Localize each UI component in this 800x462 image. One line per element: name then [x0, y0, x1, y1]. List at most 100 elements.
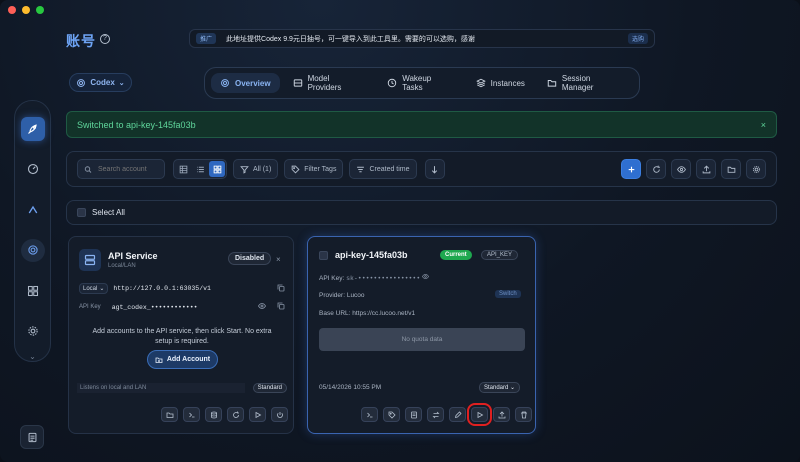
sidebar-item-dashboard[interactable]	[21, 158, 45, 182]
delete-button[interactable]	[515, 407, 532, 422]
eye-icon	[676, 165, 686, 173]
export-button[interactable]	[696, 159, 716, 179]
provider-label: Provider:	[319, 292, 346, 299]
api-key-label: API Key:	[319, 275, 345, 282]
tag-icon	[388, 411, 396, 419]
terminal-button[interactable]	[361, 407, 378, 422]
tab-wakeup-tasks[interactable]: Wakeup Tasks	[378, 69, 462, 97]
start-button[interactable]	[249, 407, 266, 422]
grid-icon	[213, 165, 221, 173]
eye-icon[interactable]	[258, 302, 266, 312]
terminal-button[interactable]	[183, 407, 200, 422]
openai-icon	[221, 79, 229, 87]
filter-tags-label: Filter Tags	[304, 165, 337, 173]
promo-tag: 推广	[196, 33, 217, 44]
toast-close-button[interactable]: ×	[761, 120, 766, 130]
page-title: 账号	[66, 33, 96, 49]
sidebar-item-home[interactable]	[20, 117, 45, 141]
eye-icon[interactable]	[422, 273, 430, 282]
close-icon[interactable]: ×	[276, 255, 281, 264]
openai-icon	[27, 245, 38, 255]
maximize-window-button[interactable]	[36, 6, 44, 14]
sort-icon	[357, 166, 365, 172]
grid-view-button[interactable]	[209, 161, 225, 177]
sidebar-item-antigravity[interactable]	[21, 198, 45, 222]
search-input[interactable]	[98, 165, 158, 173]
service-status-button[interactable]: Disabled	[228, 252, 272, 265]
chevron-down-icon: ⌄	[510, 385, 516, 391]
copy-icon[interactable]	[277, 302, 285, 312]
filter-tags-button[interactable]: Filter Tags	[284, 159, 344, 179]
power-button[interactable]	[271, 407, 288, 422]
help-icon[interactable]: ?	[100, 34, 110, 44]
play-icon	[477, 411, 483, 418]
document-icon	[410, 411, 417, 418]
add-account-to-service-button[interactable]: Add Account	[147, 350, 218, 369]
promo-text: 此地址提供Codex 9.9元日抽号，可一键导入到此工具里。需要的可以选购，感谢	[226, 35, 475, 43]
add-account-button[interactable]	[621, 159, 641, 179]
logs-button[interactable]	[20, 425, 44, 449]
layers-icon	[475, 78, 486, 88]
close-window-button[interactable]	[8, 6, 16, 14]
restart-button[interactable]	[227, 407, 244, 422]
account-card[interactable]: api-key-145fa03b Current API_KEY API Key…	[307, 236, 536, 434]
quota-panel: No quota data	[319, 328, 525, 351]
account-mode-select[interactable]: Standard ⌄	[479, 382, 521, 393]
tag-button[interactable]	[383, 407, 400, 422]
filter-all-button[interactable]: All (1)	[233, 159, 279, 179]
service-actions	[161, 407, 288, 422]
copy-icon[interactable]	[277, 284, 285, 294]
table-view-button[interactable]	[175, 161, 191, 177]
sidebar-item-apps[interactable]	[21, 279, 45, 303]
scope-select[interactable]: Local ⌄	[79, 283, 109, 294]
rocket-icon	[27, 124, 37, 134]
select-all-bar: Select All	[66, 200, 777, 225]
search-box[interactable]	[77, 159, 165, 179]
select-all-checkbox[interactable]	[77, 208, 86, 217]
service-mode-select[interactable]: Standard	[252, 383, 287, 393]
account-checkbox[interactable]	[319, 251, 328, 260]
switch-button[interactable]: Switch	[495, 290, 521, 298]
chevron-down-icon[interactable]: ⌄	[29, 352, 36, 361]
api-key-label: API Key	[79, 304, 101, 310]
server-icon	[79, 249, 101, 271]
sidebar-item-codex[interactable]	[20, 238, 45, 262]
promo-link[interactable]: 选购	[627, 33, 648, 44]
window-controls	[8, 6, 44, 14]
open-folder-button[interactable]	[161, 407, 178, 422]
listen-row: Listens on local and LAN Standard	[77, 383, 287, 393]
filter-icon	[240, 165, 249, 174]
provider-value: Lucoo	[346, 292, 365, 299]
toggle-visibility-button[interactable]	[671, 159, 691, 179]
refresh-button[interactable]	[646, 159, 666, 179]
app-window: ⌄ 账号 ? 推广 此地址提供Codex 9.9元日抽号，可一键导入到此工具里。…	[0, 0, 800, 462]
listen-label: Listens on local and LAN	[77, 383, 245, 393]
switch-account-button[interactable]	[427, 407, 444, 422]
account-type-badge: API_KEY	[481, 250, 519, 260]
list-view-button[interactable]	[192, 161, 208, 177]
trash-icon	[520, 411, 527, 418]
tab-model-providers[interactable]: Model Providers	[284, 69, 375, 97]
tab-overview[interactable]: Overview	[211, 73, 280, 93]
tab-label: Wakeup Tasks	[402, 74, 432, 92]
launch-button[interactable]	[467, 403, 492, 426]
details-button[interactable]	[405, 407, 422, 422]
api-service-card: API Service Local/LAN Disabled × Local ⌄…	[68, 236, 294, 434]
gauge-icon	[27, 164, 38, 175]
arrow-down-icon	[431, 165, 438, 174]
tab-session-manager[interactable]: Session Manager	[538, 69, 633, 97]
platform-select[interactable]: Codex ⌄	[69, 73, 132, 92]
open-folder-button[interactable]	[721, 159, 741, 179]
folder-plus-icon	[155, 357, 163, 363]
settings-button[interactable]	[746, 159, 766, 179]
tab-instances[interactable]: Instances	[467, 73, 534, 93]
edit-button[interactable]	[449, 407, 466, 422]
scope-select-value: Local	[83, 285, 98, 292]
minimize-window-button[interactable]	[22, 6, 30, 14]
database-button[interactable]	[205, 407, 222, 422]
export-button[interactable]	[493, 407, 510, 422]
sort-label: Created time	[369, 165, 410, 173]
sidebar-item-settings[interactable]	[21, 320, 45, 344]
sort-direction-button[interactable]	[424, 159, 445, 179]
sort-select[interactable]: Created time	[349, 159, 417, 179]
